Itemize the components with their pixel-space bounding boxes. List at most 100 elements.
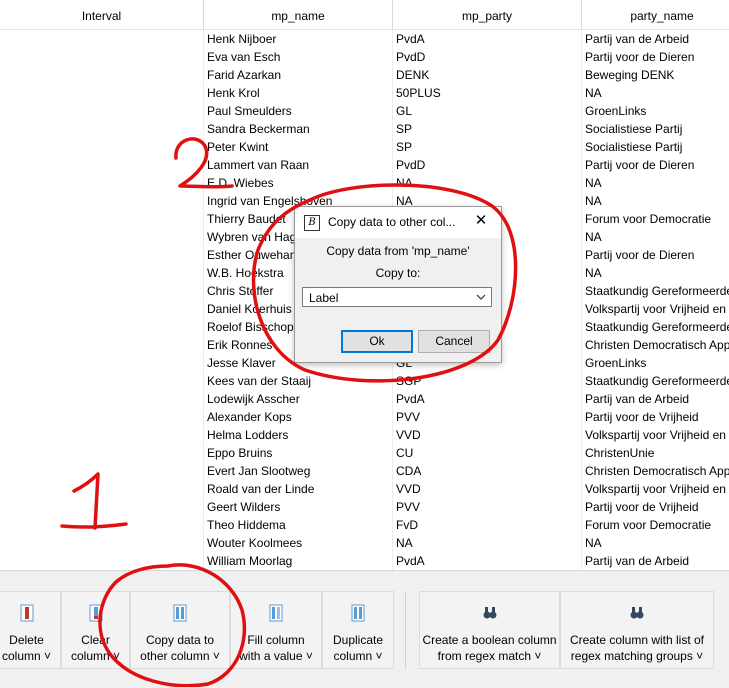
party-name-cell[interactable]: Volkspartij voor Vrijheid en Democratie — [585, 426, 729, 444]
party-name-cell[interactable]: Partij voor de Dieren — [585, 156, 729, 174]
interval-cell[interactable] — [0, 408, 202, 426]
table-row[interactable]: E.D. Wiebes NA NA — [0, 174, 729, 192]
table-row[interactable]: Wouter Koolmees NA NA — [0, 534, 729, 552]
interval-cell[interactable] — [0, 516, 202, 534]
duplicate-column-button[interactable]: Duplicate column ˅ — [322, 591, 394, 669]
table-row[interactable]: Theo Hiddema FvD Forum voor Democratie — [0, 516, 729, 534]
table-row[interactable]: Geert Wilders PVV Partij voor de Vrijheid — [0, 498, 729, 516]
party-name-cell[interactable]: NA — [585, 84, 729, 102]
party-name-cell[interactable]: GroenLinks — [585, 354, 729, 372]
interval-cell[interactable] — [0, 264, 202, 282]
interval-cell[interactable] — [0, 552, 202, 570]
interval-cell[interactable] — [0, 174, 202, 192]
mp-name-cell[interactable]: Wouter Koolmees — [207, 534, 387, 552]
party-name-cell[interactable]: Partij voor de Vrijheid — [585, 408, 729, 426]
mp-party-cell[interactable]: NA — [396, 174, 576, 192]
table-row[interactable]: William Moorlag PvdA Partij van de Arbeid — [0, 552, 729, 570]
interval-cell[interactable] — [0, 462, 202, 480]
table-row[interactable]: Henk Krol 50PLUS NA — [0, 84, 729, 102]
interval-cell[interactable] — [0, 102, 202, 120]
mp-name-cell[interactable]: Henk Krol — [207, 84, 387, 102]
interval-cell[interactable] — [0, 138, 202, 156]
party-name-cell[interactable]: ChristenUnie — [585, 444, 729, 462]
interval-cell[interactable] — [0, 498, 202, 516]
mp-name-cell[interactable]: Eppo Bruins — [207, 444, 387, 462]
interval-cell[interactable] — [0, 372, 202, 390]
interval-cell[interactable] — [0, 192, 202, 210]
mp-name-cell[interactable]: Henk Nijboer — [207, 30, 387, 48]
mp-name-cell[interactable]: Lammert van Raan — [207, 156, 387, 174]
interval-cell[interactable] — [0, 336, 202, 354]
interval-cell[interactable] — [0, 318, 202, 336]
party-name-cell[interactable]: Partij voor de Dieren — [585, 48, 729, 66]
table-row[interactable]: Sandra Beckerman SP Socialistiese Partij — [0, 120, 729, 138]
party-name-cell[interactable]: Staatkundig Gereformeerde Partij — [585, 282, 729, 300]
ok-button[interactable]: Ok — [341, 330, 413, 353]
table-row[interactable]: Alexander Kops PVV Partij voor de Vrijheid — [0, 408, 729, 426]
interval-cell[interactable] — [0, 120, 202, 138]
mp-party-cell[interactable]: FvD — [396, 516, 576, 534]
mp-name-cell[interactable]: Helma Lodders — [207, 426, 387, 444]
mp-party-cell[interactable]: CU — [396, 444, 576, 462]
mp-name-cell[interactable]: Evert Jan Slootweg — [207, 462, 387, 480]
party-name-cell[interactable]: Staatkundig Gereformeerde Partij — [585, 318, 729, 336]
delete-column-button[interactable]: Delete column ˅ — [0, 591, 61, 669]
copy-data-to-other-column-button[interactable]: Copy data to other column ˅ — [130, 591, 230, 669]
header-mp-name[interactable]: mp_name — [204, 0, 393, 29]
interval-cell[interactable] — [0, 480, 202, 498]
mp-party-cell[interactable]: VVD — [396, 480, 576, 498]
mp-name-cell[interactable]: Roald van der Linde — [207, 480, 387, 498]
interval-cell[interactable] — [0, 354, 202, 372]
table-row[interactable]: Kees van der Staaij SGP Staatkundig Gerefo… — [0, 372, 729, 390]
mp-party-cell[interactable]: PvdA — [396, 552, 576, 570]
party-name-cell[interactable]: Forum voor Democratie — [585, 516, 729, 534]
mp-name-cell[interactable]: Theo Hiddema — [207, 516, 387, 534]
party-name-cell[interactable]: NA — [585, 228, 729, 246]
interval-cell[interactable] — [0, 210, 202, 228]
interval-cell[interactable] — [0, 66, 202, 84]
mp-party-cell[interactable]: PvdA — [396, 390, 576, 408]
interval-cell[interactable] — [0, 426, 202, 444]
interval-cell[interactable] — [0, 48, 202, 66]
mp-name-cell[interactable]: Farid Azarkan — [207, 66, 387, 84]
table-row[interactable]: Evert Jan Slootweg CDA Christen Democratis… — [0, 462, 729, 480]
mp-party-cell[interactable]: GL — [396, 102, 576, 120]
mp-name-cell[interactable]: Sandra Beckerman — [207, 120, 387, 138]
interval-cell[interactable] — [0, 390, 202, 408]
mp-name-cell[interactable]: Peter Kwint — [207, 138, 387, 156]
mp-name-cell[interactable]: Eva van Esch — [207, 48, 387, 66]
table-row[interactable]: Peter Kwint SP Socialistiese Partij — [0, 138, 729, 156]
mp-name-cell[interactable]: Alexander Kops — [207, 408, 387, 426]
mp-party-cell[interactable]: PvdA — [396, 30, 576, 48]
interval-cell[interactable] — [0, 156, 202, 174]
party-name-cell[interactable]: NA — [585, 174, 729, 192]
table-row[interactable]: Eva van Esch PvdD Partij voor de Dieren — [0, 48, 729, 66]
party-name-cell[interactable]: NA — [585, 534, 729, 552]
close-icon[interactable]: ✕ — [471, 211, 491, 231]
party-name-cell[interactable]: Partij voor de Dieren — [585, 246, 729, 264]
party-name-cell[interactable]: Christen Democratisch Appel — [585, 462, 729, 480]
mp-party-cell[interactable]: PvdD — [396, 48, 576, 66]
interval-cell[interactable] — [0, 534, 202, 552]
header-interval[interactable]: Interval — [0, 0, 204, 29]
table-row[interactable]: Paul Smeulders GL GroenLinks — [0, 102, 729, 120]
party-name-cell[interactable]: Socialistiese Partij — [585, 138, 729, 156]
interval-cell[interactable] — [0, 444, 202, 462]
interval-cell[interactable] — [0, 246, 202, 264]
mp-party-cell[interactable]: SGP — [396, 372, 576, 390]
mp-party-cell[interactable]: SP — [396, 138, 576, 156]
create-regex-groups-column-button[interactable]: Create column with list of regex matching… — [560, 591, 714, 669]
party-name-cell[interactable]: NA — [585, 264, 729, 282]
party-name-cell[interactable]: Partij voor de Vrijheid — [585, 498, 729, 516]
party-name-cell[interactable]: Staatkundig Gereformeerde Partij — [585, 372, 729, 390]
table-row[interactable]: Farid Azarkan DENK Beweging DENK — [0, 66, 729, 84]
fill-column-button[interactable]: Fill column with a value ˅ — [230, 591, 322, 669]
mp-party-cell[interactable]: PVV — [396, 498, 576, 516]
interval-cell[interactable] — [0, 30, 202, 48]
dialog-title-bar[interactable]: B Copy data to other col... ✕ — [295, 207, 501, 238]
party-name-cell[interactable]: Christen Democratisch Appel — [585, 336, 729, 354]
table-row[interactable]: Eppo Bruins CU ChristenUnie — [0, 444, 729, 462]
interval-cell[interactable] — [0, 282, 202, 300]
table-row[interactable]: Roald van der Linde VVD Volkspartij voor V… — [0, 480, 729, 498]
table-row[interactable]: Lodewijk Asscher PvdA Partij van de Arbeid — [0, 390, 729, 408]
